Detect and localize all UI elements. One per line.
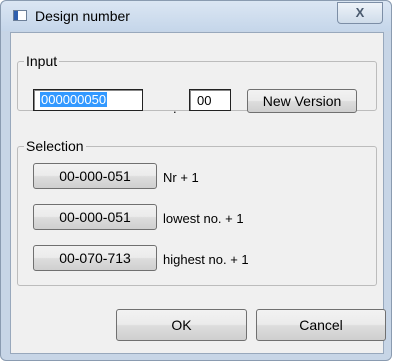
design-number-value: 000000050: [40, 92, 108, 107]
dialog-window: Design number X Input 000000050 . 00 New…: [0, 0, 392, 361]
lowest-no-button[interactable]: 00-000-051: [33, 204, 157, 230]
version-input[interactable]: 00: [189, 89, 231, 111]
nr-plus-one-button[interactable]: 00-000-051: [33, 163, 157, 189]
input-group-label: Input: [24, 53, 60, 69]
app-icon: [13, 10, 27, 21]
separator-dot: .: [173, 101, 177, 116]
new-version-button[interactable]: New Version: [247, 89, 357, 113]
title-bar[interactable]: Design number X: [1, 1, 391, 31]
highest-no-label: highest no. + 1: [163, 252, 249, 267]
highest-no-button[interactable]: 00-070-713: [33, 245, 157, 271]
ok-button[interactable]: OK: [116, 309, 247, 341]
design-number-input[interactable]: 000000050: [33, 89, 143, 111]
window-title: Design number: [35, 8, 130, 24]
selection-group-label: Selection: [24, 138, 86, 154]
nr-plus-one-label: Nr + 1: [163, 170, 199, 185]
lowest-no-label: lowest no. + 1: [163, 211, 244, 226]
close-button[interactable]: X: [337, 2, 383, 24]
cancel-button[interactable]: Cancel: [256, 309, 386, 341]
dialog-client-area: Input 000000050 . 00 New Version Selecti…: [10, 32, 386, 354]
